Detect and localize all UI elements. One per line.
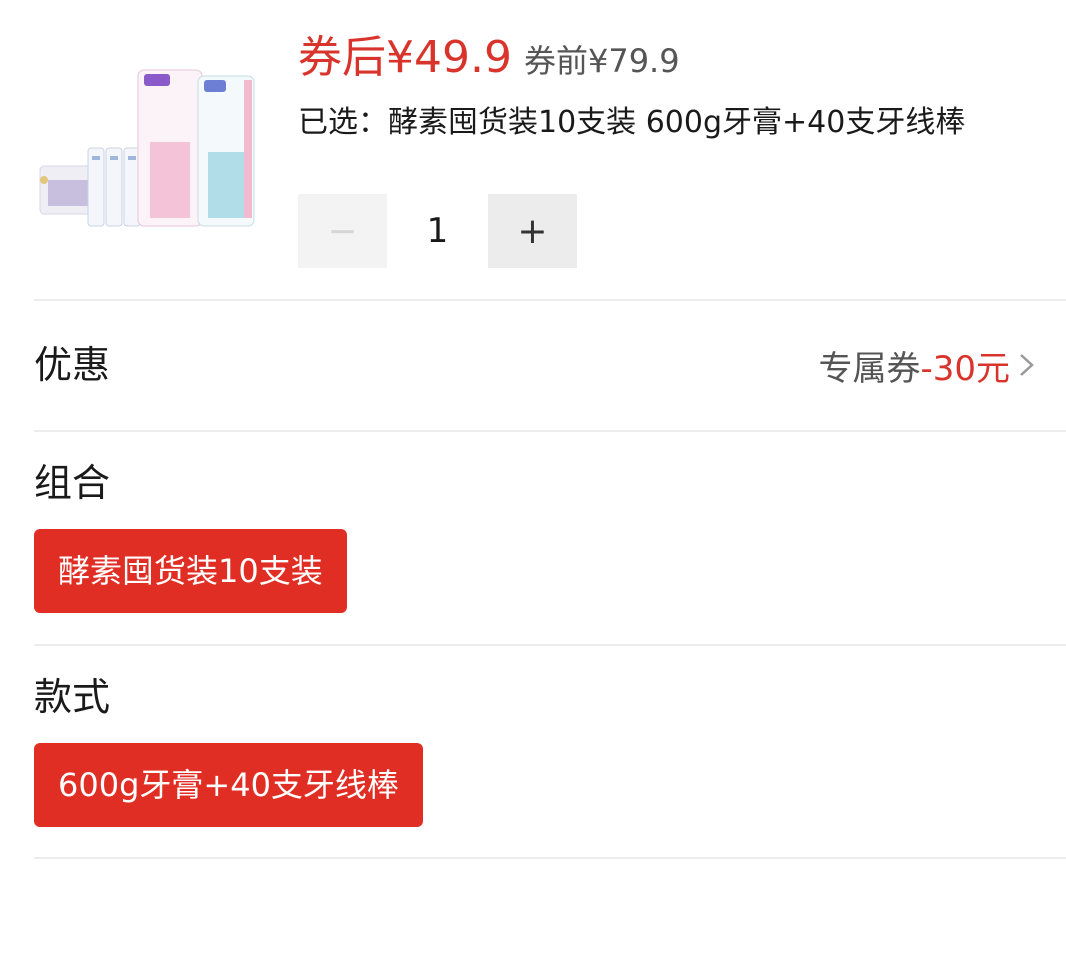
divider — [34, 299, 1066, 301]
quantity-value[interactable]: 1 — [387, 211, 488, 251]
price-before-coupon: 券前¥79.9 — [523, 42, 680, 80]
combo-option-chip[interactable]: 酵素囤货装10支装 — [34, 529, 347, 613]
style-option-chip[interactable]: 600g牙膏+40支牙线棒 — [34, 743, 423, 827]
product-image[interactable] — [34, 62, 258, 238]
increase-quantity-button[interactable]: + — [488, 194, 577, 268]
divider — [34, 644, 1066, 646]
coupon-label: 专属券 — [818, 348, 921, 389]
price-row: 券后¥49.9 券前¥79.9 — [298, 28, 680, 88]
discount-title: 优惠 — [34, 343, 111, 387]
divider — [34, 430, 1066, 432]
coupon-selector[interactable]: 专属券 -30元 — [818, 340, 1036, 390]
price-after-coupon: 券后¥49.9 — [298, 32, 512, 83]
chevron-right-icon — [1020, 354, 1034, 376]
style-title: 款式 — [34, 675, 111, 719]
coupon-value: -30元 — [920, 348, 1010, 389]
combo-title: 组合 — [34, 461, 111, 505]
quantity-stepper: − 1 + — [298, 194, 577, 268]
divider — [34, 857, 1066, 859]
selected-variant-text: 已选：酵素囤货装10支装 600g牙膏+40支牙线棒 — [298, 105, 966, 140]
decrease-quantity-button[interactable]: − — [298, 194, 387, 268]
